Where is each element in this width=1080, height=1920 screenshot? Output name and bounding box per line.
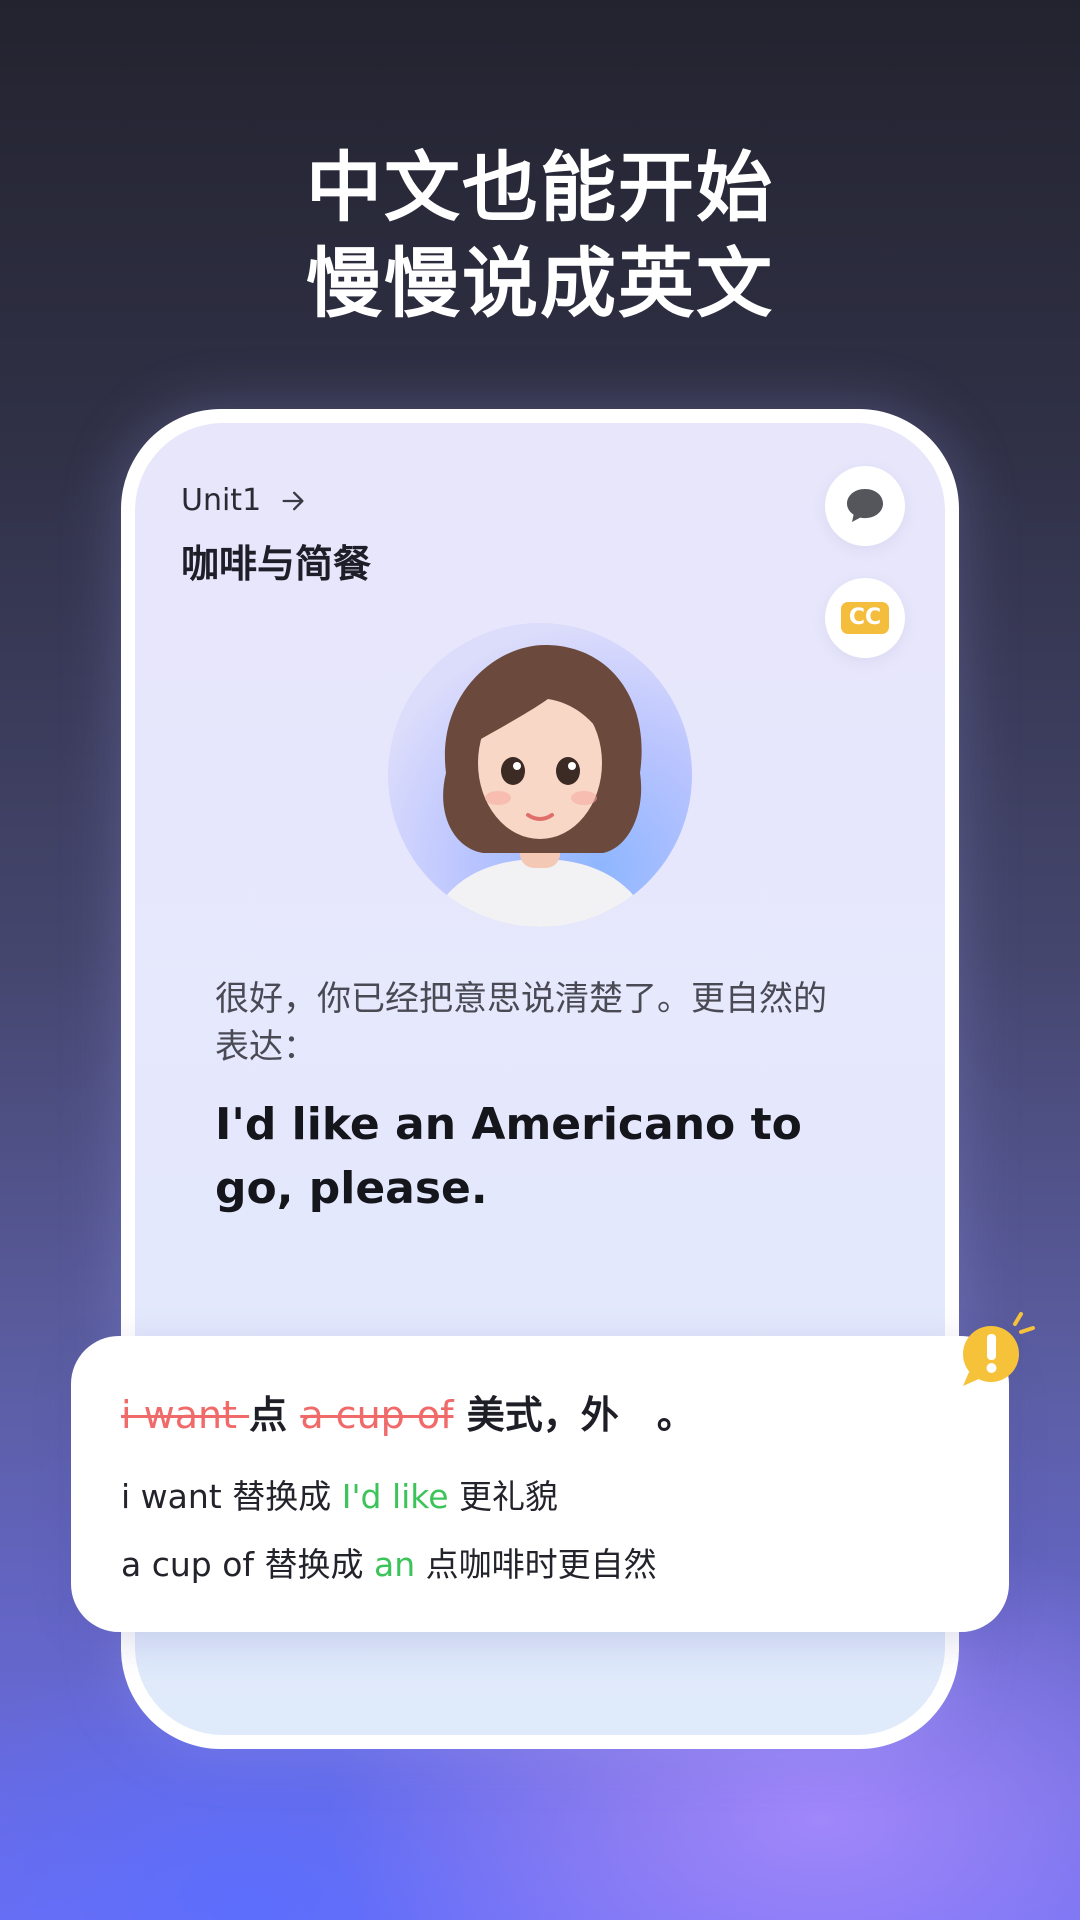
subtitles-button[interactable]: CC — [825, 578, 905, 658]
corrected-sentence: i want 点 a cup of 美式，外 。 — [121, 1384, 695, 1439]
replacement-phrase: an — [374, 1545, 416, 1584]
avatar-illustration — [428, 644, 652, 927]
unit-link[interactable]: Unit1 — [181, 483, 307, 518]
tutor-feedback-text: 很好，你已经把意思说清楚了。更自然的表达： — [215, 979, 827, 1067]
note-text: a cup of 替换成 — [121, 1545, 374, 1584]
correction-note: a cup of 替换成 an 点咖啡时更自然 — [121, 1538, 657, 1586]
headline-line-2: 慢慢说成英文 — [306, 239, 774, 328]
cc-icon: CC — [841, 602, 889, 634]
note-text: 点咖啡时更自然 — [415, 1545, 657, 1584]
correction-card: i want 点 a cup of 美式，外 。 i want 替换成 I'd … — [71, 1336, 1009, 1632]
arrow-right-icon — [282, 491, 304, 510]
sentence-part: 美式，外 。 — [453, 1393, 695, 1437]
alert-icon — [963, 1312, 1035, 1386]
headline-line-1: 中文也能开始 — [306, 143, 774, 232]
sentence-part: 点 — [249, 1393, 301, 1437]
removed-phrase: a cup of — [300, 1393, 454, 1437]
suggested-sentence: I'd like an Americano to go, please. — [215, 1099, 802, 1214]
lesson-title: 咖啡与简餐 — [181, 542, 372, 586]
note-text: i want 替换成 — [121, 1477, 342, 1516]
chat-bubble-icon — [847, 489, 883, 522]
unit-label: Unit1 — [181, 483, 262, 518]
chat-button[interactable] — [825, 466, 905, 546]
correction-note: i want 替换成 I'd like 更礼貌 — [121, 1470, 558, 1518]
headline: 中文也能开始 慢慢说成英文 — [0, 140, 1080, 332]
removed-phrase: i want — [121, 1393, 250, 1437]
replacement-phrase: I'd like — [341, 1477, 449, 1516]
note-text: 更礼貌 — [448, 1477, 559, 1516]
tutor-avatar — [388, 623, 692, 927]
